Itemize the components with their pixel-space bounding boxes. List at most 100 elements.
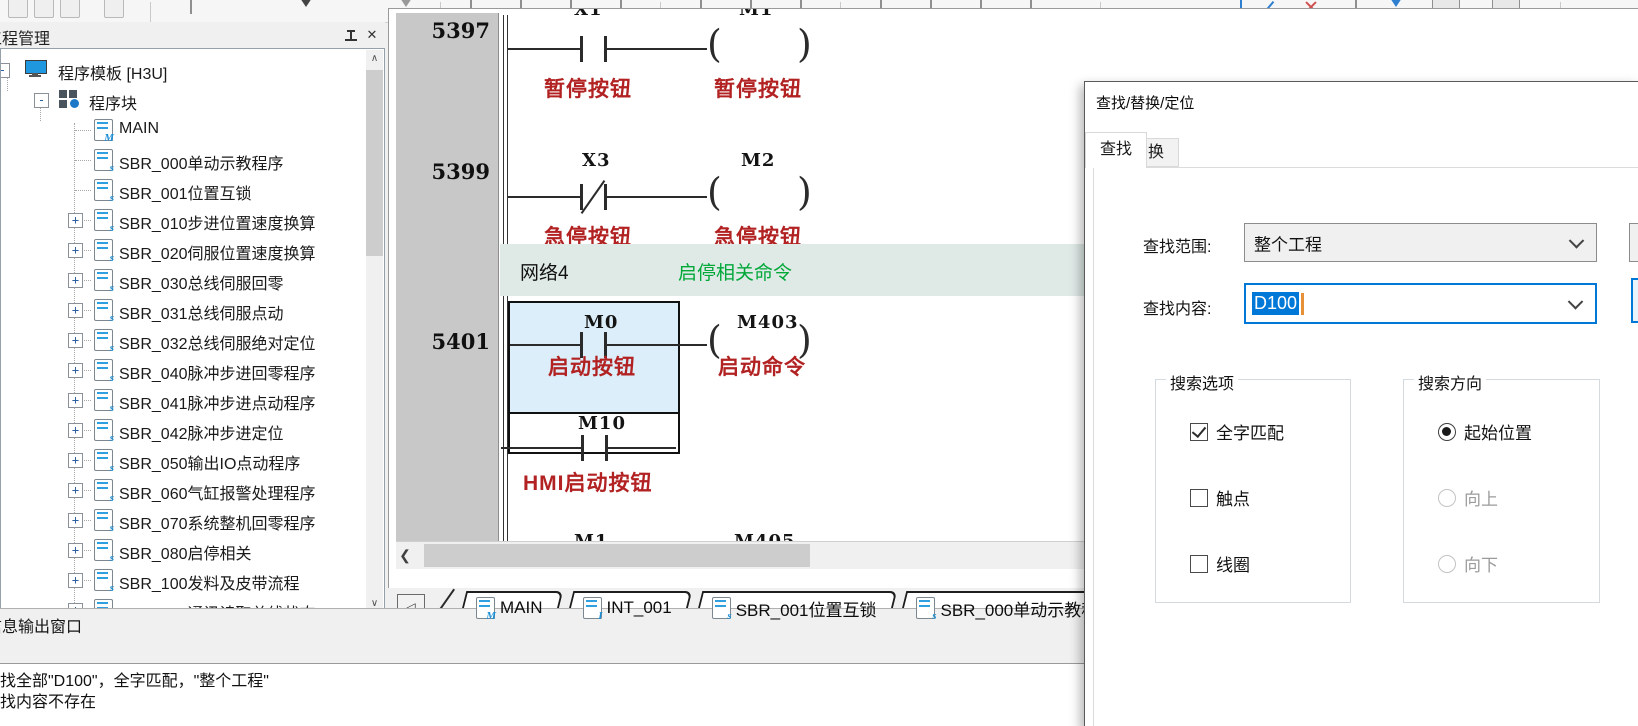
contact-symbol[interactable] xyxy=(581,435,584,461)
tree-item[interactable]: + s SBR_060气缸报警处理程序 xyxy=(1,475,384,505)
tree-item[interactable]: + s SBR_042脉冲步进定位 xyxy=(1,415,384,445)
coil-symbol[interactable]: ( xyxy=(707,25,722,63)
tree-expander[interactable]: + xyxy=(68,363,83,378)
search-content-input[interactable]: D100 xyxy=(1244,283,1597,324)
network-comment: 启停相关命令 xyxy=(678,258,792,285)
search-option-checkbox[interactable]: 线圈 xyxy=(1190,551,1250,576)
tree-expander[interactable]: + xyxy=(68,213,83,228)
tree-item[interactable]: + s SBR_032总线伺服绝对定位 xyxy=(1,325,384,355)
program-file-icon: s xyxy=(94,479,113,501)
tree-scrollbar[interactable]: ∧ ∨ xyxy=(366,50,383,612)
coil-symbol[interactable]: ( xyxy=(707,173,722,211)
tree-expander[interactable]: + xyxy=(68,573,83,588)
contact-symbol[interactable] xyxy=(580,184,583,210)
search-direction-group: 搜索方向 起始位置 向上 向下 xyxy=(1403,379,1600,603)
radio-icon[interactable] xyxy=(1438,555,1456,573)
tree-item[interactable]: M MAIN xyxy=(1,115,384,145)
tree-item[interactable]: s SBR_000单动示教程序 xyxy=(1,145,384,175)
toolbar-icon-fragment[interactable] xyxy=(8,0,28,18)
dialog-titlebar[interactable]: 查找/替换/定位 xyxy=(1085,82,1638,122)
tree-expander[interactable]: + xyxy=(68,333,83,348)
device-label: M2 xyxy=(741,150,775,171)
tree-expander[interactable]: - xyxy=(0,63,10,78)
dialog-tab-strip: 查找 替换 批量替换 转至 xyxy=(1085,132,1638,168)
plc-device-icon xyxy=(25,60,47,77)
wire xyxy=(607,344,707,346)
toolbar-icon-fragment[interactable] xyxy=(60,0,80,18)
tree-item-program-blocks[interactable]: - 程序块 xyxy=(1,85,384,115)
tree-item[interactable]: + s SBR_040脉冲步进回零程序 xyxy=(1,355,384,385)
close-icon[interactable]: ✕ xyxy=(364,27,380,43)
search-direction-radio[interactable]: 向下 xyxy=(1438,551,1498,576)
tree-expander[interactable]: + xyxy=(68,273,83,288)
coil-comment: 暂停按钮 xyxy=(714,73,802,103)
tree-expander[interactable]: + xyxy=(68,393,83,408)
clipped-primary-button[interactable] xyxy=(1631,278,1638,323)
tree-expander[interactable]: + xyxy=(68,453,83,468)
toolbar-icon-fragment[interactable] xyxy=(1390,0,1402,7)
coil-symbol[interactable]: ) xyxy=(797,173,812,211)
program-file-icon: I xyxy=(583,597,602,619)
tree-item-label: SBR_020伺服位置速度换算 xyxy=(119,240,316,264)
tree-expander[interactable]: + xyxy=(68,303,83,318)
partial-device-label: X1 xyxy=(569,9,629,21)
search-options-group: 搜索选项 全字匹配 触点 线圈 xyxy=(1155,379,1351,603)
tree-expander[interactable]: + xyxy=(68,513,83,528)
search-option-checkbox[interactable]: 全字匹配 xyxy=(1190,419,1284,444)
tree-expander[interactable]: + xyxy=(68,423,83,438)
tree-item[interactable]: + s SBR_010步进位置速度换算 xyxy=(1,205,384,235)
dialog-tab[interactable]: 查找 xyxy=(1085,132,1147,168)
toolbar-icon-fragment[interactable] xyxy=(34,0,54,18)
radio-label: 起始位置 xyxy=(1464,419,1532,444)
tree-item[interactable]: s SBR_001位置互锁 xyxy=(1,175,384,205)
tree-item[interactable]: + s SBR_030总线伺服回零 xyxy=(1,265,384,295)
output-messages: 查找全部"D100"，全字匹配，"整个工程" 查找内容不存在 xyxy=(0,671,269,713)
dialog-title: 查找/替换/定位 xyxy=(1096,92,1194,113)
ladder-hscrollbar[interactable]: ❮ xyxy=(396,541,1086,569)
clipped-button[interactable] xyxy=(1629,223,1638,262)
tree-expander[interactable]: - xyxy=(34,93,49,108)
tree-item-root[interactable]: - 程序模板 [H3U] xyxy=(1,55,384,85)
toolbar-icon-fragment[interactable] xyxy=(190,0,192,14)
search-scope-select[interactable]: 整个工程 xyxy=(1244,223,1597,262)
rung-number-gutter xyxy=(396,13,499,541)
search-option-checkbox[interactable]: 触点 xyxy=(1190,485,1250,510)
toolbar-icon-fragment[interactable] xyxy=(104,0,124,18)
tree-expander[interactable]: + xyxy=(68,543,83,558)
tree-expander[interactable]: + xyxy=(68,483,83,498)
scrollbar-thumb[interactable] xyxy=(366,70,383,256)
toolbar-icon-fragment[interactable] xyxy=(300,0,312,7)
tree-item[interactable]: + s SBR_070系统整机回零程序 xyxy=(1,505,384,535)
document-tab[interactable]: s SBR_001位置互锁 xyxy=(698,591,893,625)
coil-symbol[interactable]: ) xyxy=(797,25,812,63)
toolbar-icon-fragment[interactable] xyxy=(400,0,412,7)
scroll-up-icon[interactable]: ∧ xyxy=(366,50,383,67)
radio-icon[interactable] xyxy=(1438,423,1456,441)
wire xyxy=(501,447,581,449)
tree-item[interactable]: + s SBR_080启停相关 xyxy=(1,535,384,565)
checkbox-icon[interactable] xyxy=(1190,423,1208,441)
document-tab-label: MAIN xyxy=(500,598,543,618)
checkbox-icon[interactable] xyxy=(1190,489,1208,507)
scroll-left-icon[interactable]: ❮ xyxy=(396,542,414,569)
checkbox-icon[interactable] xyxy=(1190,555,1208,573)
tree-item[interactable]: + s SBR_031总线伺服点动 xyxy=(1,295,384,325)
tree-item-label: SBR_041脉冲步进点动程序 xyxy=(119,390,316,414)
tree-item-label: SBR_040脉冲步进回零程序 xyxy=(119,360,316,384)
wire xyxy=(607,196,707,198)
radio-icon[interactable] xyxy=(1438,489,1456,507)
tree-item[interactable]: + s SBR_050输出IO点动程序 xyxy=(1,445,384,475)
program-file-icon: s xyxy=(94,329,113,351)
search-direction-radio[interactable]: 向上 xyxy=(1438,485,1498,510)
tree-expander[interactable]: + xyxy=(68,243,83,258)
tree-item[interactable]: + s SBR_041脉冲步进点动程序 xyxy=(1,385,384,415)
tree-item[interactable]: + s SBR_100发料及皮带流程 xyxy=(1,565,384,595)
scrollbar-thumb[interactable] xyxy=(424,544,810,567)
tree-item[interactable]: + s SBR_020伺服位置速度换算 xyxy=(1,235,384,265)
contact-symbol[interactable] xyxy=(580,36,583,62)
program-file-icon: s xyxy=(94,509,113,531)
tree-item-label: SBR_100发料及皮带流程 xyxy=(119,570,300,594)
search-direction-radio[interactable]: 起始位置 xyxy=(1438,419,1532,444)
pin-icon[interactable] xyxy=(345,30,359,44)
tree-item-label: SBR_060气缸报警处理程序 xyxy=(119,480,316,504)
